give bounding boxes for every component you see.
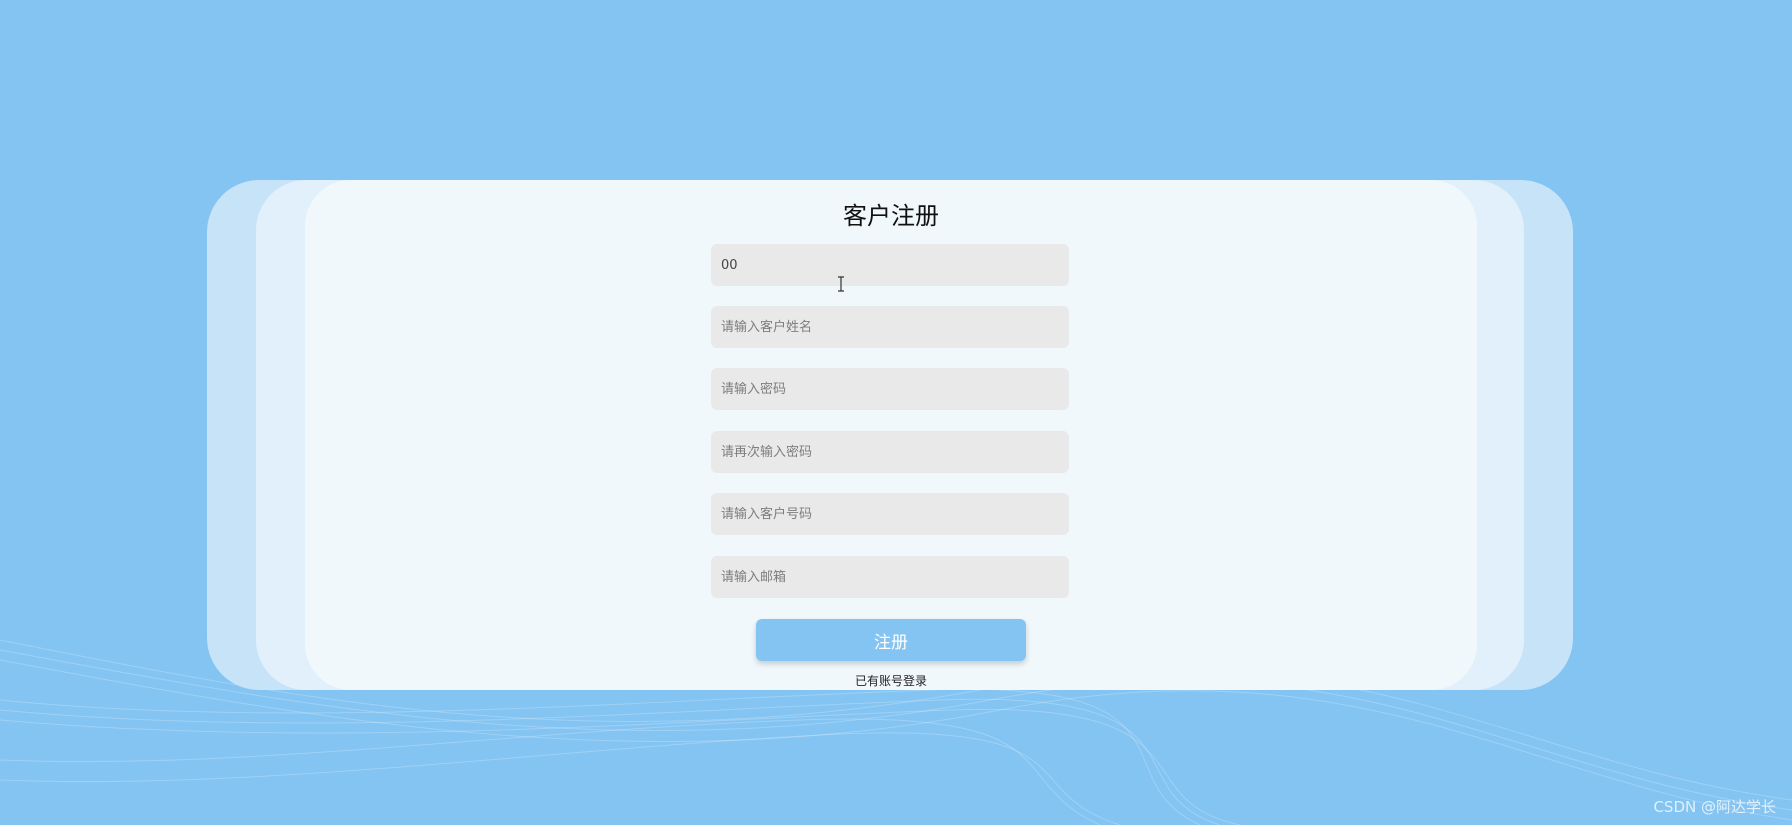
password-confirm-input[interactable] <box>711 431 1069 473</box>
form-title: 客户注册 <box>843 202 939 230</box>
register-button[interactable]: 注册 <box>756 619 1026 661</box>
text-cursor-icon <box>838 276 844 292</box>
email-input[interactable] <box>711 556 1069 598</box>
page: 客户注册 注册 已有账号登录 CSDN @阿达学长 <box>0 0 1792 825</box>
register-card: 客户注册 注册 已有账号登录 <box>305 180 1477 690</box>
customer-id-input[interactable] <box>711 244 1069 286</box>
customer-phone-input[interactable] <box>711 493 1069 535</box>
login-link[interactable]: 已有账号登录 <box>305 672 1477 689</box>
watermark: CSDN @阿达学长 <box>1653 798 1776 816</box>
customer-name-input[interactable] <box>711 306 1069 348</box>
password-input[interactable] <box>711 368 1069 410</box>
